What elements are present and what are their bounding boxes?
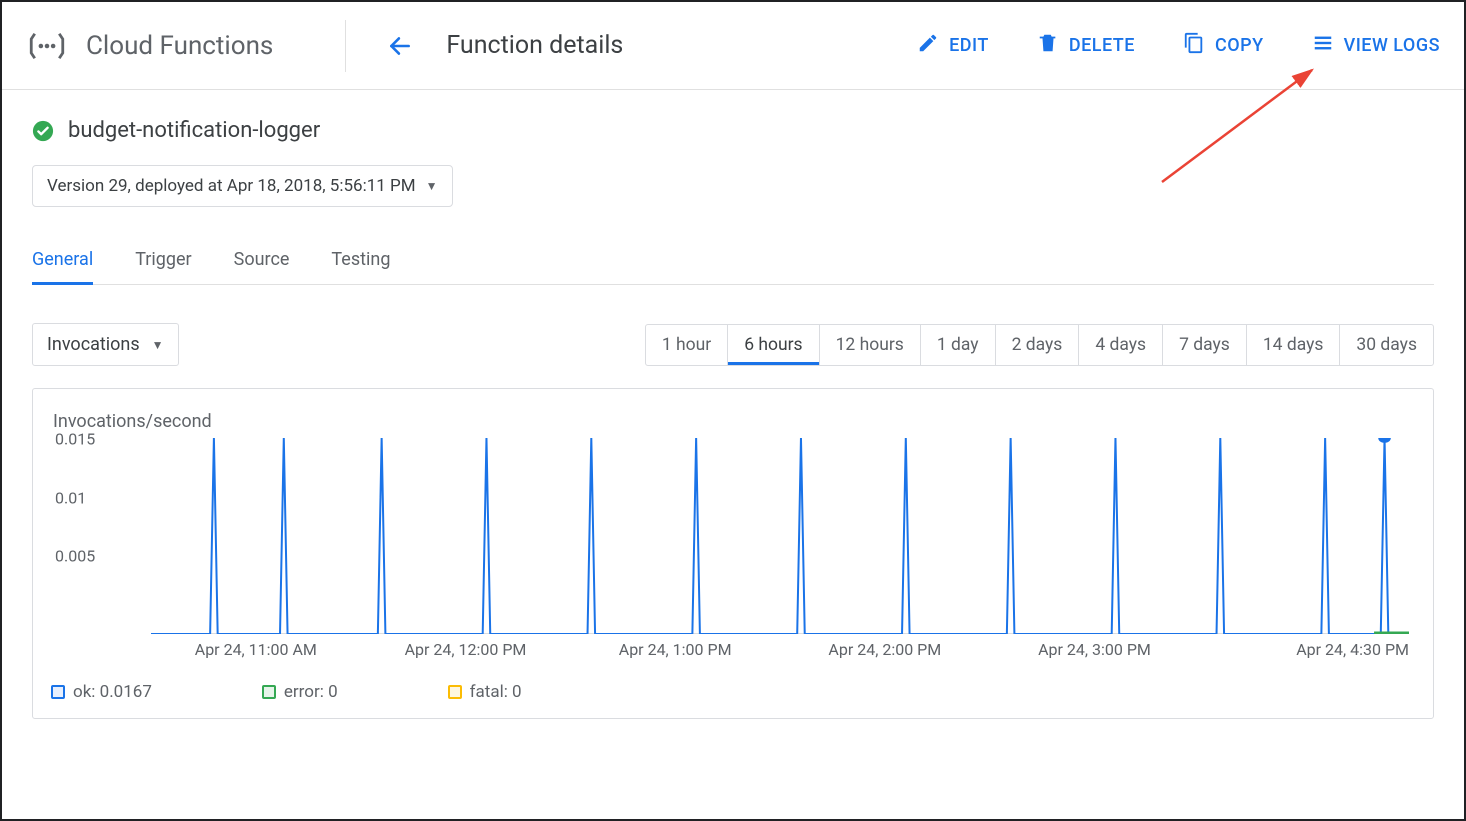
metric-dropdown[interactable]: Invocations ▼ — [32, 323, 179, 366]
tab-source[interactable]: Source — [234, 241, 290, 284]
tabs: General Trigger Source Testing — [32, 241, 1434, 285]
range-30-days[interactable]: 30 days — [1339, 325, 1433, 365]
plot — [151, 438, 1409, 634]
back-arrow-icon[interactable] — [386, 32, 414, 60]
copy-icon — [1183, 32, 1205, 59]
range-14-days[interactable]: 14 days — [1246, 325, 1340, 365]
chart-card: Invocations/second 0.005 0.01 0.015 Apr 24… — [32, 388, 1434, 719]
range-6-hours[interactable]: 6 hours — [727, 325, 818, 365]
metric-row: Invocations ▼ 1 hour6 hours12 hours1 day… — [32, 323, 1434, 366]
chevron-down-icon: ▼ — [426, 179, 438, 193]
range-1-day[interactable]: 1 day — [920, 325, 995, 365]
x-tick: Apr 24, 2:00 PM — [828, 640, 941, 659]
product-name: Cloud Functions — [86, 31, 273, 61]
legend-fatal: fatal: 0 — [448, 682, 522, 702]
top-bar: Cloud Functions Function details EDIT DE… — [2, 2, 1464, 90]
metric-label: Invocations — [47, 334, 140, 355]
x-tick: Apr 24, 3:00 PM — [1038, 640, 1151, 659]
page-title: Function details — [446, 31, 623, 60]
function-header: budget-notification-logger — [32, 118, 1434, 143]
y-tick: 0.005 — [55, 547, 95, 566]
status-ok-icon — [32, 120, 54, 142]
legend-label: fatal: 0 — [470, 682, 522, 702]
chart-title: Invocations/second — [53, 411, 1415, 432]
delete-button[interactable]: DELETE — [1037, 32, 1135, 59]
view-logs-label: VIEW LOGS — [1344, 35, 1440, 56]
y-ticks: 0.0050.010.015 — [51, 438, 141, 634]
range-4-days[interactable]: 4 days — [1078, 325, 1162, 365]
range-7-days[interactable]: 7 days — [1162, 325, 1246, 365]
tab-trigger[interactable]: Trigger — [135, 241, 191, 284]
range-2-days[interactable]: 2 days — [995, 325, 1079, 365]
version-label: Version 29, deployed at Apr 18, 2018, 5:… — [47, 176, 416, 196]
swatch-icon — [262, 685, 276, 699]
tab-testing[interactable]: Testing — [331, 241, 390, 284]
legend-label: error: 0 — [284, 682, 338, 702]
edit-button[interactable]: EDIT — [917, 32, 989, 59]
cloud-functions-icon — [26, 25, 68, 67]
tab-general[interactable]: General — [32, 241, 93, 285]
legend-label: ok: 0.0167 — [73, 682, 152, 702]
pencil-icon — [917, 32, 939, 59]
legend-error: error: 0 — [262, 682, 338, 702]
x-ticks: Apr 24, 11:00 AM Apr 24, 12:00 PM Apr 24, … — [151, 640, 1409, 664]
function-name: budget-notification-logger — [68, 118, 320, 143]
trash-icon — [1037, 32, 1059, 59]
copy-button[interactable]: COPY — [1183, 32, 1264, 59]
legend-ok: ok: 0.0167 — [51, 682, 152, 702]
top-actions: EDIT DELETE COPY VIEW LOGS — [917, 32, 1440, 59]
x-tick: Apr 24, 12:00 PM — [405, 640, 527, 659]
swatch-icon — [51, 685, 65, 699]
content: budget-notification-logger Version 29, d… — [2, 90, 1464, 719]
edit-label: EDIT — [949, 35, 989, 56]
y-tick: 0.01 — [55, 488, 86, 507]
x-tick: Apr 24, 11:00 AM — [195, 640, 317, 659]
chevron-down-icon: ▼ — [152, 338, 164, 352]
swatch-icon — [448, 685, 462, 699]
logs-icon — [1312, 32, 1334, 59]
time-range-group: 1 hour6 hours12 hours1 day2 days4 days7 … — [645, 324, 1434, 366]
delete-label: DELETE — [1069, 35, 1135, 56]
view-logs-button[interactable]: VIEW LOGS — [1312, 32, 1440, 59]
divider — [345, 20, 346, 72]
version-dropdown[interactable]: Version 29, deployed at Apr 18, 2018, 5:… — [32, 165, 453, 207]
legend: ok: 0.0167 error: 0 fatal: 0 — [51, 682, 1415, 702]
x-tick: Apr 24, 1:00 PM — [619, 640, 732, 659]
range-1-hour[interactable]: 1 hour — [646, 325, 727, 365]
x-tick: Apr 24, 4:30 PM — [1296, 640, 1409, 659]
y-tick: 0.015 — [55, 429, 95, 448]
chart-area: 0.0050.010.015 Apr 24, 11:00 AMApr 24, 1… — [51, 438, 1415, 664]
copy-label: COPY — [1215, 35, 1264, 56]
range-12-hours[interactable]: 12 hours — [819, 325, 920, 365]
